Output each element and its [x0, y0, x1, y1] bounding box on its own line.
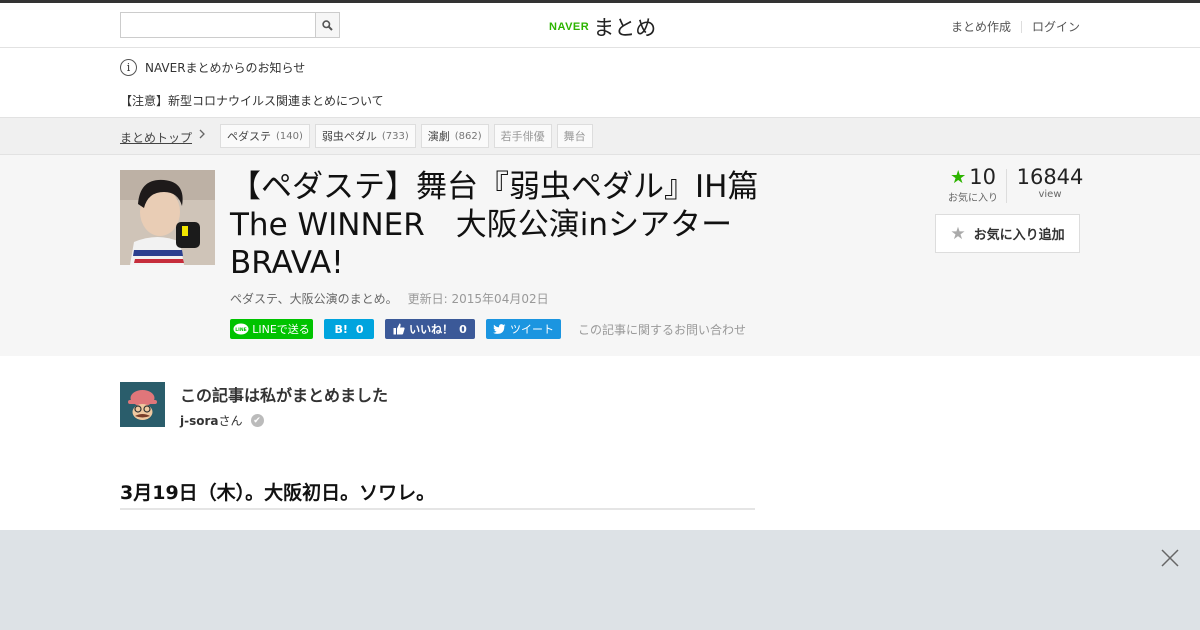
star-outline-icon: ★: [950, 223, 966, 244]
verified-check-icon: ✔: [250, 414, 264, 427]
tag-count: (733): [381, 130, 409, 142]
tweet-button[interactable]: ツイート: [486, 319, 561, 339]
facebook-like-label: いいね！: [409, 323, 454, 336]
article-stats: ★ 10 お気に入り 16844 view: [940, 165, 1093, 204]
article-description-row: ペダステ、大阪公演のまとめ。 更新日: 2015年04月02日: [230, 290, 549, 307]
tag-label: 演劇: [427, 130, 450, 143]
author-name-row: j-sora さん ✔: [180, 412, 264, 429]
tag-list: ペダステ (140) 弱虫ペダル (733) 演劇 (862) 若手俳優 舞台: [220, 124, 593, 148]
add-favorite-button[interactable]: ★ お気に入り追加: [935, 214, 1080, 253]
facebook-like-count: 0: [459, 322, 467, 336]
login-link[interactable]: ログイン: [1032, 18, 1080, 35]
thumbs-up-icon: [393, 323, 405, 335]
logo-brand: NAVER: [549, 21, 590, 33]
search-input[interactable]: [120, 12, 315, 38]
tag-count: (862): [454, 130, 482, 142]
notice-title-row: i NAVERまとめからのお知らせ: [120, 59, 305, 76]
info-icon: i: [120, 59, 137, 76]
tweet-label: ツイート: [510, 323, 554, 336]
article-inquiry-link[interactable]: この記事に関するお問い合わせ: [578, 321, 746, 338]
logo-name: まとめ: [593, 16, 657, 40]
tag-label: 若手俳優: [500, 130, 545, 143]
site-header: NAVER まとめ まとめ作成 ログイン: [0, 3, 1200, 48]
header-links: まとめ作成 ログイン: [951, 18, 1080, 35]
add-favorite-label: お気に入り追加: [973, 228, 1065, 243]
hatena-bookmark-button[interactable]: B! 0: [324, 319, 374, 339]
breadcrumb-top-link[interactable]: まとめトップ: [120, 129, 192, 146]
close-icon[interactable]: [1160, 548, 1180, 568]
tag-label: 舞台: [563, 130, 586, 143]
search-button[interactable]: [315, 12, 340, 38]
search-icon: [322, 19, 333, 31]
views-label: view: [1038, 189, 1062, 200]
notice-area: i NAVERまとめからのお知らせ 【注意】新型コロナウイルス関連まとめについて: [0, 48, 1200, 118]
favorites-stat: ★ 10 お気に入り: [940, 165, 1006, 204]
search-form: [120, 12, 340, 38]
article-thumbnail: [120, 170, 215, 265]
line-share-label: LINEで送る: [252, 323, 310, 336]
svg-text:LINE: LINE: [236, 327, 247, 333]
views-stat: 16844 view: [1007, 165, 1093, 204]
breadcrumb-bar: まとめトップ ペダステ (140) 弱虫ペダル (733) 演劇 (862) 若手俳優…: [0, 118, 1200, 155]
share-bar: LINE LINEで送る B! 0 いいね！ 0 ツイート この記事に関するお問…: [230, 319, 746, 339]
tag-yowamushi-pedal[interactable]: 弱虫ペダル (733): [314, 124, 416, 148]
ad-overlay-banner: [0, 530, 1200, 630]
tag-engeki[interactable]: 演劇 (862): [420, 124, 489, 148]
author-name-link[interactable]: j-sora: [180, 414, 219, 428]
article-updated-date: 更新日: 2015年04月02日: [407, 292, 549, 306]
section-heading: 3月19日（木）。大阪初日。ソワレ。: [120, 478, 755, 510]
article-header: 【ペダステ】舞台『弱虫ペダル』IH篇The WINNER 大阪公演inシアターB…: [0, 155, 1200, 356]
header-divider: [1020, 20, 1022, 33]
author-suffix: さん: [218, 414, 243, 428]
tag-pedaste[interactable]: ペダステ (140): [220, 124, 310, 148]
notice-item-link[interactable]: 【注意】新型コロナウイルス関連まとめについて: [120, 92, 384, 109]
hatena-count: 0: [355, 322, 364, 336]
star-icon: ★: [950, 166, 967, 188]
favorites-count: 10: [969, 165, 996, 189]
twitter-bird-icon: [493, 323, 506, 334]
notice-title: NAVERまとめからのお知らせ: [145, 61, 306, 75]
tag-butai[interactable]: 舞台: [556, 124, 593, 148]
favorites-label: お気に入り: [948, 193, 998, 204]
views-count: 16844: [1016, 165, 1084, 189]
tag-count: (140): [276, 130, 303, 142]
hatena-icon: B!: [334, 322, 348, 336]
facebook-like-button[interactable]: いいね！ 0: [385, 319, 475, 339]
create-matome-link[interactable]: まとめ作成: [951, 18, 1011, 35]
author-block: この記事は私がまとめました j-sora さん ✔: [120, 382, 620, 432]
line-icon: LINE: [233, 323, 249, 334]
author-avatar[interactable]: [120, 382, 165, 427]
tag-label: 弱虫ペダル: [321, 130, 377, 143]
site-logo[interactable]: NAVER まとめ: [549, 12, 656, 42]
author-heading: この記事は私がまとめました: [180, 386, 389, 405]
article-description: ペダステ、大阪公演のまとめ。: [230, 292, 398, 306]
tag-label: ペダステ: [227, 130, 271, 143]
chevron-right-icon: [198, 128, 206, 143]
line-share-button[interactable]: LINE LINEで送る: [230, 319, 313, 339]
tag-wakate-haiyu[interactable]: 若手俳優: [493, 124, 552, 148]
article-title: 【ペダステ】舞台『弱虫ペダル』IH篇The WINNER 大阪公演inシアターB…: [230, 169, 759, 281]
